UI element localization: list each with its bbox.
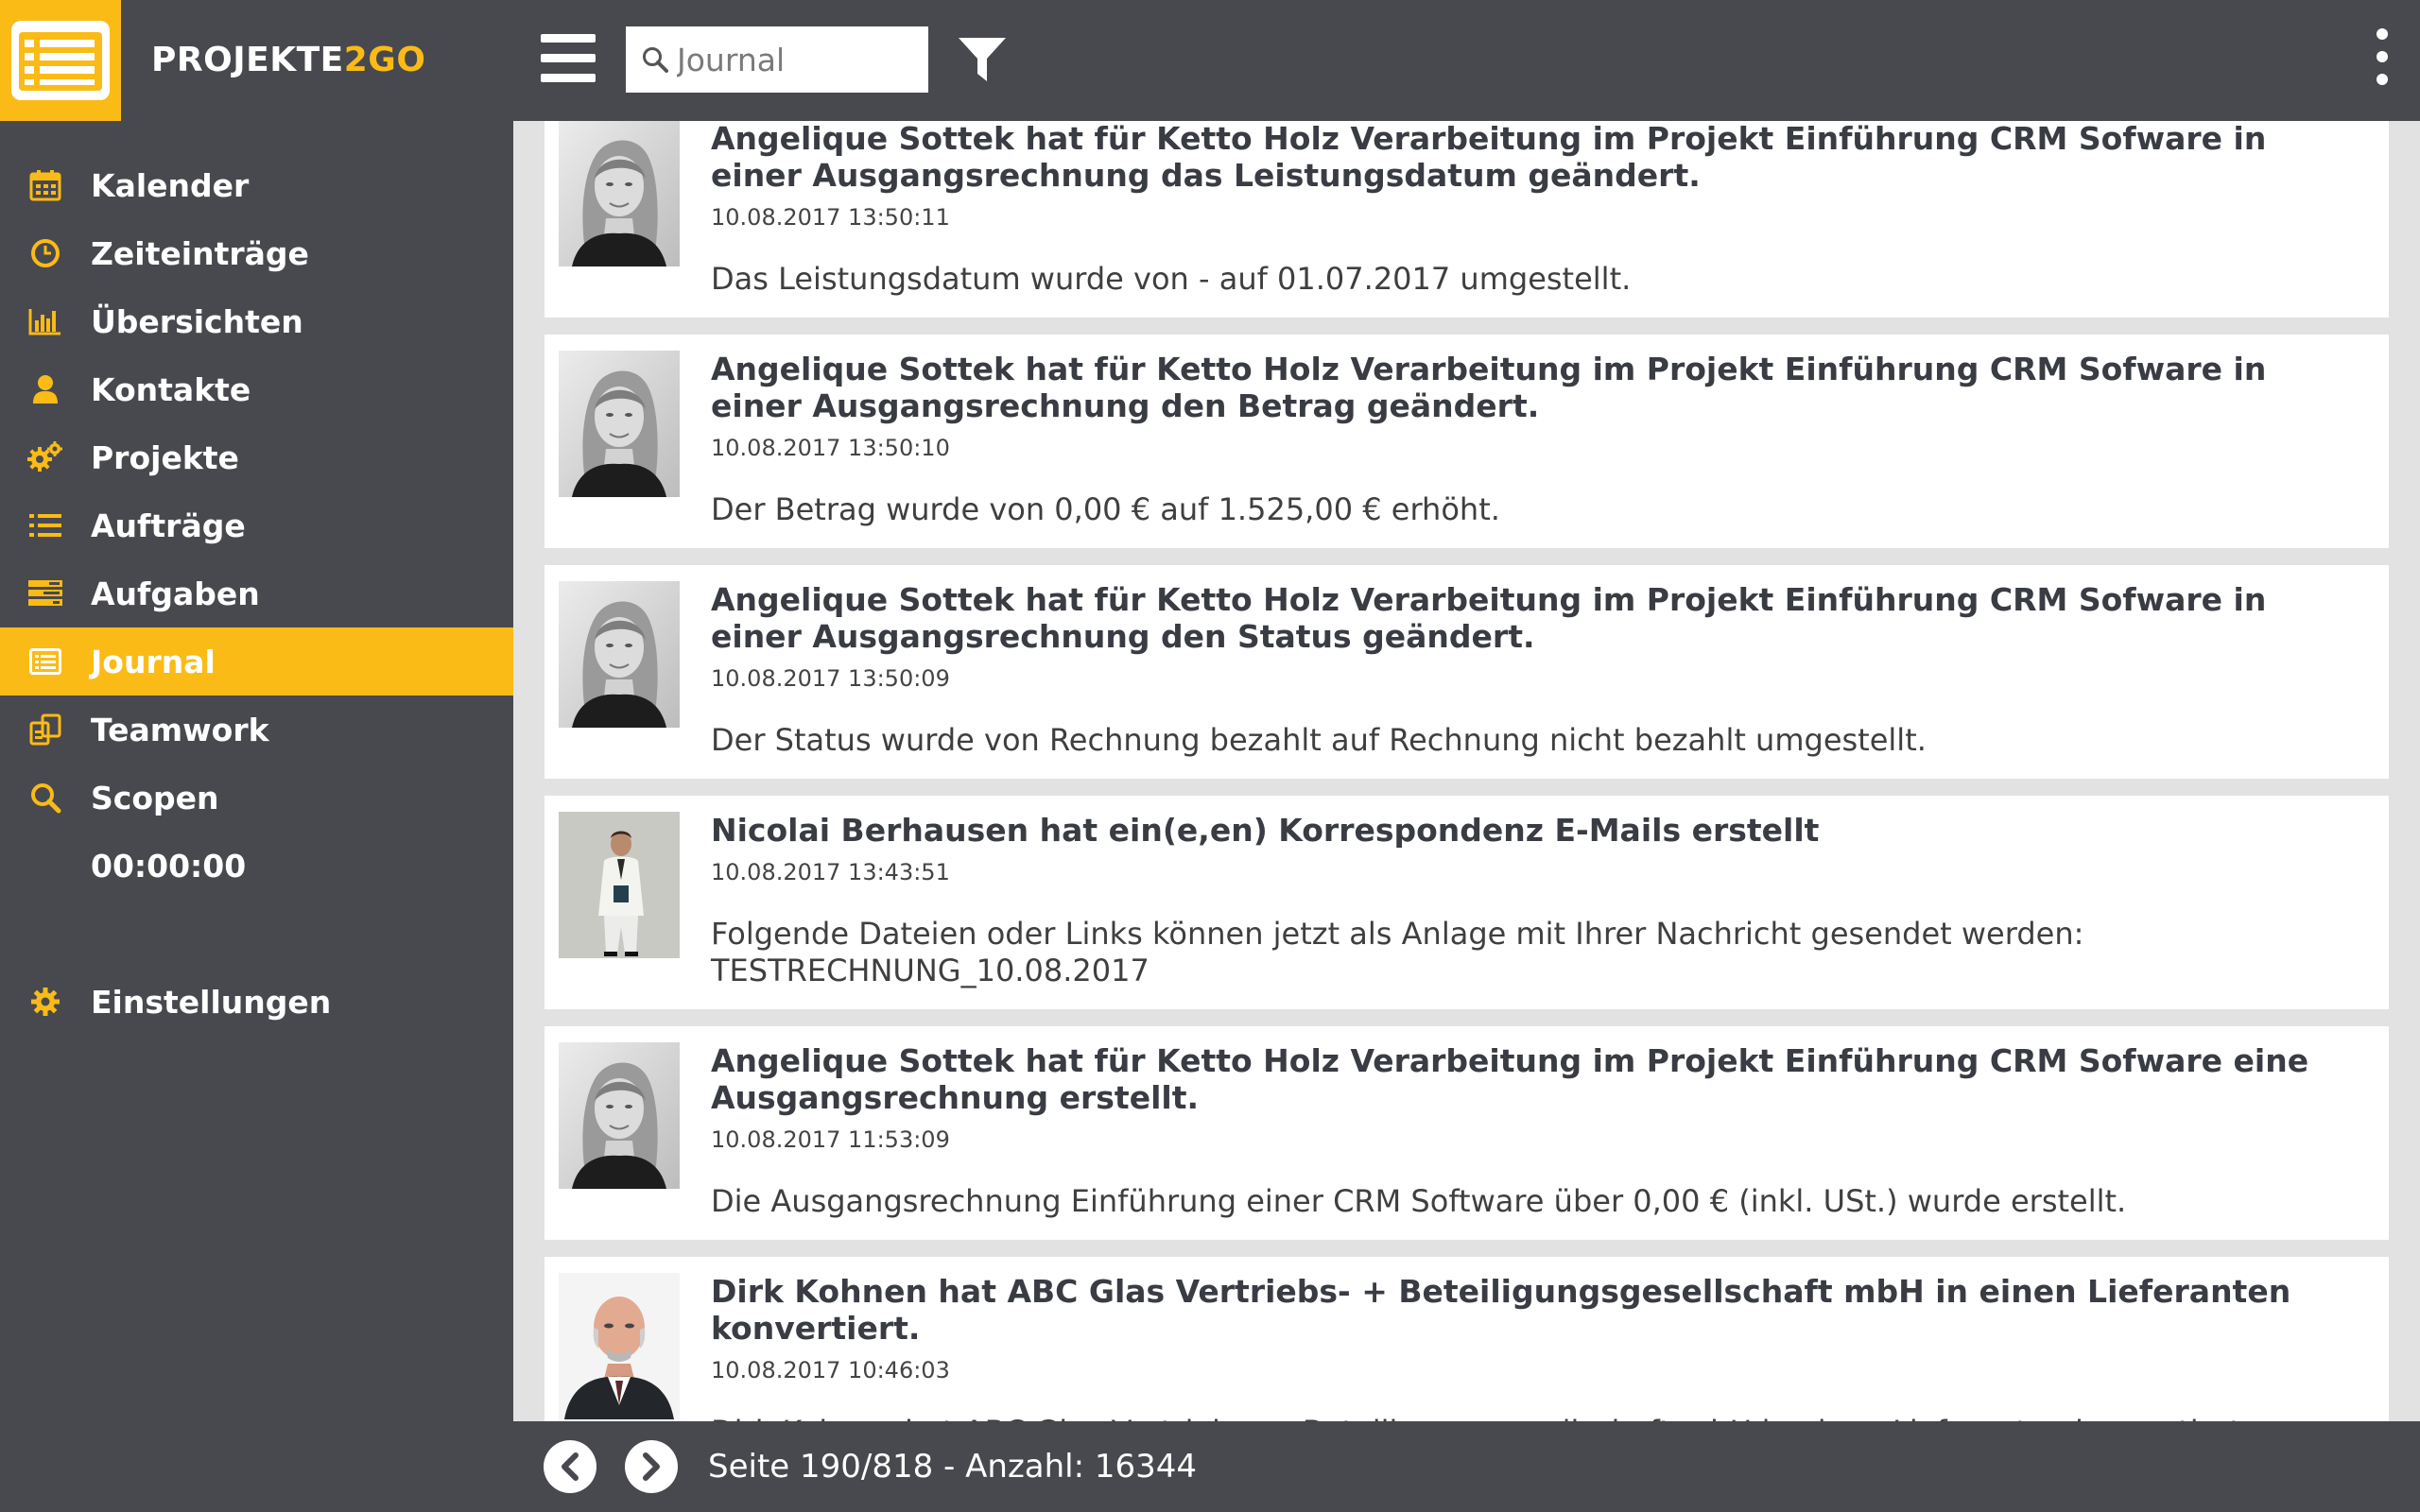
journal-feed-container[interactable]: Angelique Sottek hat für Ketto Holz Vera…: [513, 121, 2420, 1421]
gears-icon: [0, 441, 91, 473]
sidebar-item-journal[interactable]: Journal: [0, 627, 513, 696]
person-icon: [0, 374, 91, 404]
next-page-button[interactable]: [625, 1440, 678, 1493]
sidebar-item-projekte[interactable]: Projekte: [0, 423, 513, 491]
more-options-button[interactable]: [2371, 28, 2394, 85]
journal-entry-description: Folgende Dateien oder Links können jetzt…: [711, 916, 2084, 988]
timer-value: 00:00:00: [91, 847, 247, 885]
sidebar-item-label: Projekte: [91, 438, 239, 476]
journal-entry-title: Angelique Sottek hat für Ketto Holz Vera…: [711, 121, 2267, 194]
journal-entry-timestamp: 10.08.2017 13:50:10: [711, 435, 950, 461]
chevron-left-icon: [562, 1452, 579, 1481]
journal-entry[interactable]: Angelique Sottek hat für Ketto Holz Vera…: [544, 335, 2389, 548]
journal-entry-timestamp: 10.08.2017 13:43:51: [711, 859, 950, 885]
sidebar-item-label: Scopen: [91, 779, 219, 816]
sidebar-item-einstellungen[interactable]: Einstellungen: [0, 968, 513, 1036]
journal-entry-timestamp: 10.08.2017 10:46:03: [711, 1357, 950, 1383]
calendar-icon: [0, 169, 91, 201]
sidebar-item-label: Teamwork: [91, 711, 269, 748]
avatar: [559, 581, 680, 728]
journal-entry[interactable]: Angelique Sottek hat für Ketto Holz Vera…: [544, 565, 2389, 779]
journal-entry-description: Die Ausgangsrechnung Einführung einer CR…: [711, 1183, 2127, 1219]
list-icon: [0, 512, 91, 539]
search-input[interactable]: [675, 40, 915, 79]
journal-entry[interactable]: Nicolai Berhausen hat ein(e,en) Korrespo…: [544, 796, 2389, 1009]
journal-entry-title: Angelique Sottek hat für Ketto Holz Vera…: [711, 351, 2267, 424]
tasks-icon: [0, 579, 91, 608]
clock-icon: [0, 238, 91, 268]
search-icon: [643, 47, 668, 73]
app-title-accent: 2GO: [343, 41, 426, 79]
journal-entry-description: Das Leistungsdatum wurde von - auf 01.07…: [711, 261, 1632, 297]
sidebar-nav: Kalender Zeiteinträge Übersichten Kontak…: [0, 151, 513, 1036]
journal-icon: [0, 648, 91, 675]
sidebar-item-label: Journal: [91, 643, 216, 680]
filter-icon: [959, 38, 1006, 81]
pagination-info: Seite 190/818 - Anzahl: 16344: [708, 1448, 1198, 1486]
sidebar-item-zeiteintraege[interactable]: Zeiteinträge: [0, 219, 513, 287]
journal-entry-title: Angelique Sottek hat für Ketto Holz Vera…: [711, 1042, 2309, 1116]
app-title-main: PROJEKTE: [151, 41, 344, 79]
search-icon: [0, 782, 91, 814]
app-title: PROJEKTE2GO: [151, 38, 425, 83]
sidebar-item-teamwork[interactable]: Teamwork: [0, 696, 513, 764]
teamwork-icon: [0, 713, 91, 746]
journal-entry[interactable]: Angelique Sottek hat für Ketto Holz Vera…: [544, 121, 2389, 318]
search-field[interactable]: [626, 26, 928, 93]
menu-toggle-button[interactable]: [541, 34, 597, 83]
journal-entry-timestamp: 10.08.2017 11:53:09: [711, 1126, 950, 1153]
logo-list-icon: [11, 21, 110, 100]
previous-page-button[interactable]: [544, 1440, 596, 1493]
journal-entry-title: Angelique Sottek hat für Ketto Holz Vera…: [711, 581, 2267, 655]
avatar: [559, 1273, 680, 1419]
avatar: [559, 812, 680, 958]
avatar: [559, 351, 680, 497]
sidebar-item-uebersichten[interactable]: Übersichten: [0, 287, 513, 355]
chevron-right-icon: [643, 1452, 660, 1481]
app-logo: [0, 0, 121, 121]
journal-entry-title: Dirk Kohnen hat ABC Glas Vertriebs- + Be…: [711, 1273, 2291, 1347]
journal-entry-description: Der Status wurde von Rechnung bezahlt au…: [711, 722, 1927, 758]
gear-icon: [0, 987, 91, 1017]
sidebar-item-label: Aufgaben: [91, 575, 260, 612]
journal-entry-timestamp: 10.08.2017 13:50:11: [711, 204, 950, 231]
bar-chart-icon: [0, 307, 91, 335]
sidebar-item-label: Kontakte: [91, 370, 251, 408]
sidebar-item-label: Zeiteinträge: [91, 234, 309, 272]
sidebar-item-label: Kalender: [91, 166, 250, 204]
sidebar-item-label: Aufträge: [91, 507, 246, 544]
sidebar-item-scopen[interactable]: Scopen: [0, 764, 513, 832]
avatar: [559, 121, 680, 266]
sidebar-item-kontakte[interactable]: Kontakte: [0, 355, 513, 423]
sidebar-item-label: Einstellungen: [91, 983, 332, 1021]
journal-entry-title: Nicolai Berhausen hat ein(e,en) Korrespo…: [711, 812, 1820, 849]
time-tracker-display: 00:00:00: [0, 832, 513, 900]
journal-entry[interactable]: Angelique Sottek hat für Ketto Holz Vera…: [544, 1026, 2389, 1240]
sidebar-item-label: Übersichten: [91, 302, 303, 340]
journal-entry[interactable]: Dirk Kohnen hat ABC Glas Vertriebs- + Be…: [544, 1257, 2389, 1421]
sidebar-item-kalender[interactable]: Kalender: [0, 151, 513, 219]
journal-entry-description: Dirk Kohnen hat ABC Glas Vertriebs- + Be…: [711, 1414, 2360, 1421]
pagination-bar: Seite 190/818 - Anzahl: 16344: [513, 1421, 2420, 1512]
avatar: [559, 1042, 680, 1189]
journal-entry-description: Der Betrag wurde von 0,00 € auf 1.525,00…: [711, 491, 1500, 527]
sidebar-item-auftraege[interactable]: Aufträge: [0, 491, 513, 559]
sidebar-item-aufgaben[interactable]: Aufgaben: [0, 559, 513, 627]
journal-feed: Angelique Sottek hat für Ketto Holz Vera…: [544, 121, 2389, 1421]
filter-button[interactable]: [957, 36, 1008, 89]
journal-entry-timestamp: 10.08.2017 13:50:09: [711, 665, 950, 692]
